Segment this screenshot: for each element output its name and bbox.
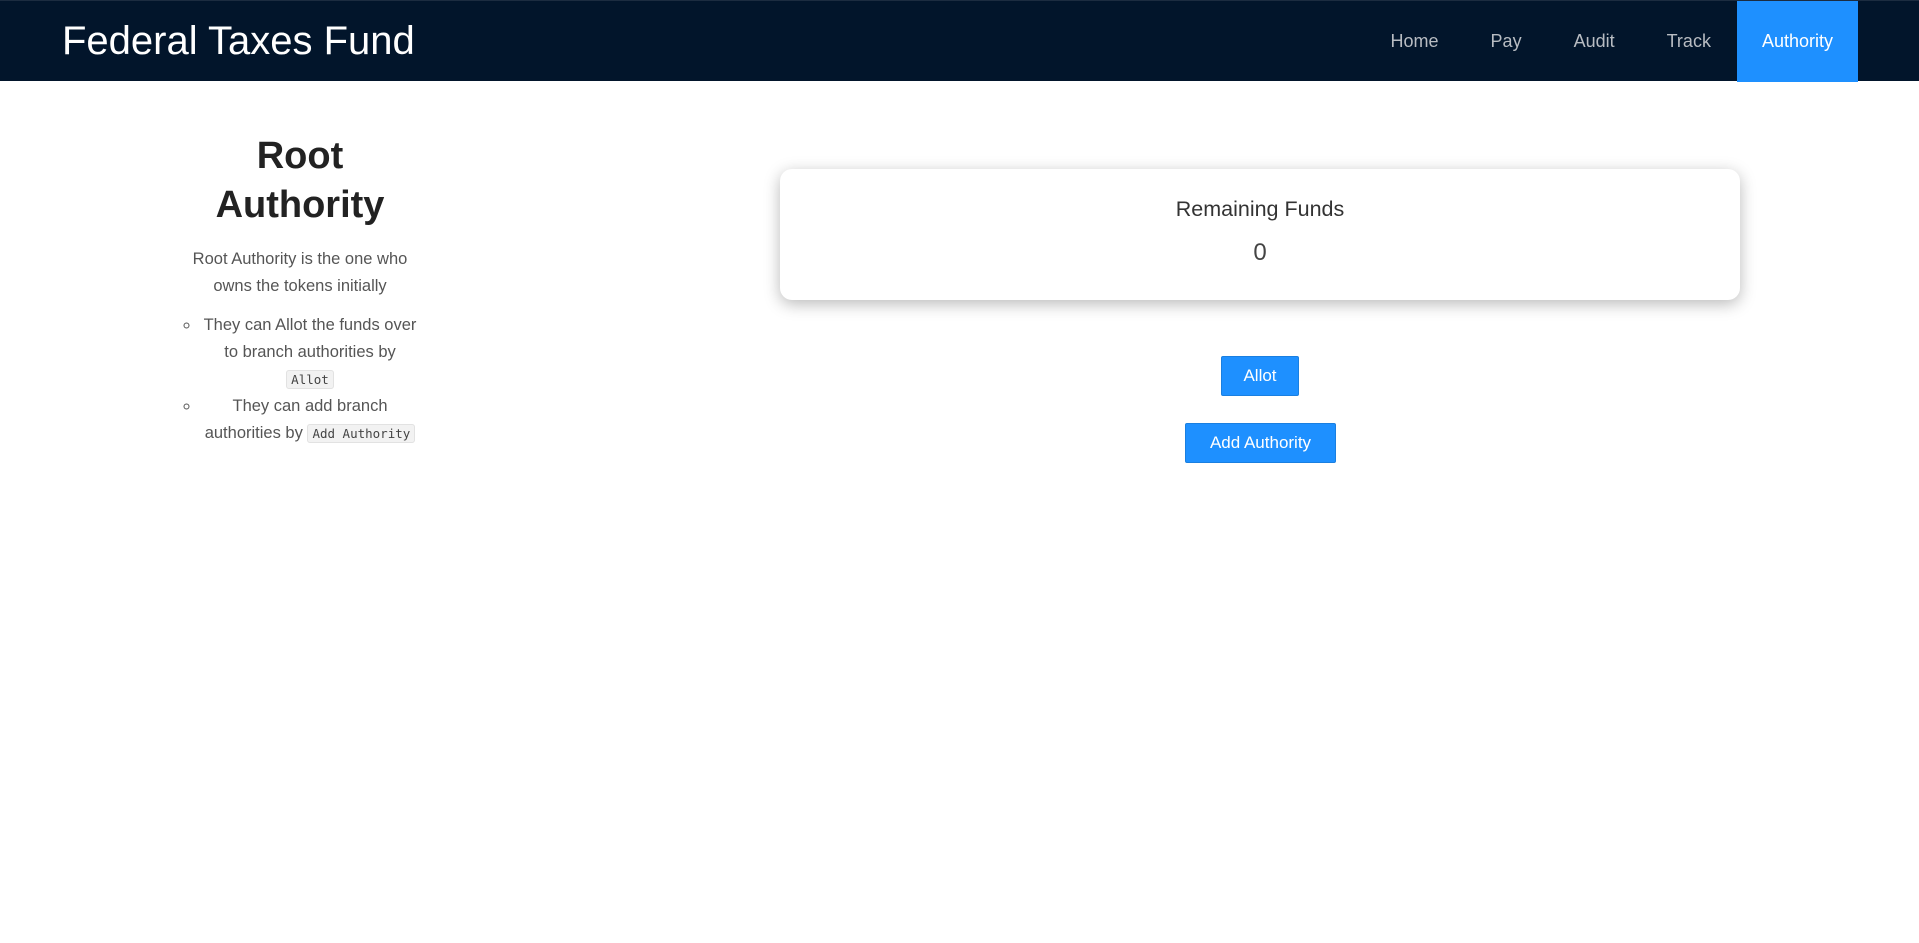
- capabilities-list: They can Allot the funds over to branch …: [180, 312, 420, 447]
- remaining-funds-label: Remaining Funds: [1175, 197, 1345, 221]
- top-navbar: Federal Taxes Fund Home Pay Audit Track …: [0, 0, 1919, 82]
- remaining-funds-value: 0: [1253, 239, 1267, 266]
- authority-info: Root Authority Root Authority is the one…: [180, 132, 420, 447]
- nav-item-audit[interactable]: Audit: [1548, 1, 1641, 82]
- list-item: They can add branch authorities by Add A…: [200, 393, 420, 447]
- list-item-text: They can Allot the funds over to branch …: [203, 316, 417, 361]
- add-authority-button[interactable]: Add Authority: [1185, 423, 1336, 463]
- allot-button[interactable]: Allot: [1221, 356, 1299, 396]
- nav-menu: Home Pay Audit Track Authority: [1365, 1, 1858, 82]
- code-add-authority: Add Authority: [307, 424, 416, 443]
- authority-description: Root Authority is the one who owns the t…: [192, 250, 408, 295]
- nav-item-pay[interactable]: Pay: [1465, 1, 1548, 82]
- list-item: They can Allot the funds over to branch …: [200, 312, 420, 393]
- code-allot: Allot: [286, 370, 334, 389]
- nav-item-home[interactable]: Home: [1365, 1, 1465, 82]
- nav-item-track[interactable]: Track: [1641, 1, 1737, 82]
- page-title-line1: Root: [256, 135, 344, 177]
- page-title-line2: Authority: [215, 184, 385, 226]
- brand-title[interactable]: Federal Taxes Fund: [62, 19, 415, 64]
- remaining-funds-card: Remaining Funds 0: [780, 169, 1740, 300]
- nav-item-authority[interactable]: Authority: [1736, 1, 1858, 82]
- page-title: Root Authority: [180, 132, 420, 230]
